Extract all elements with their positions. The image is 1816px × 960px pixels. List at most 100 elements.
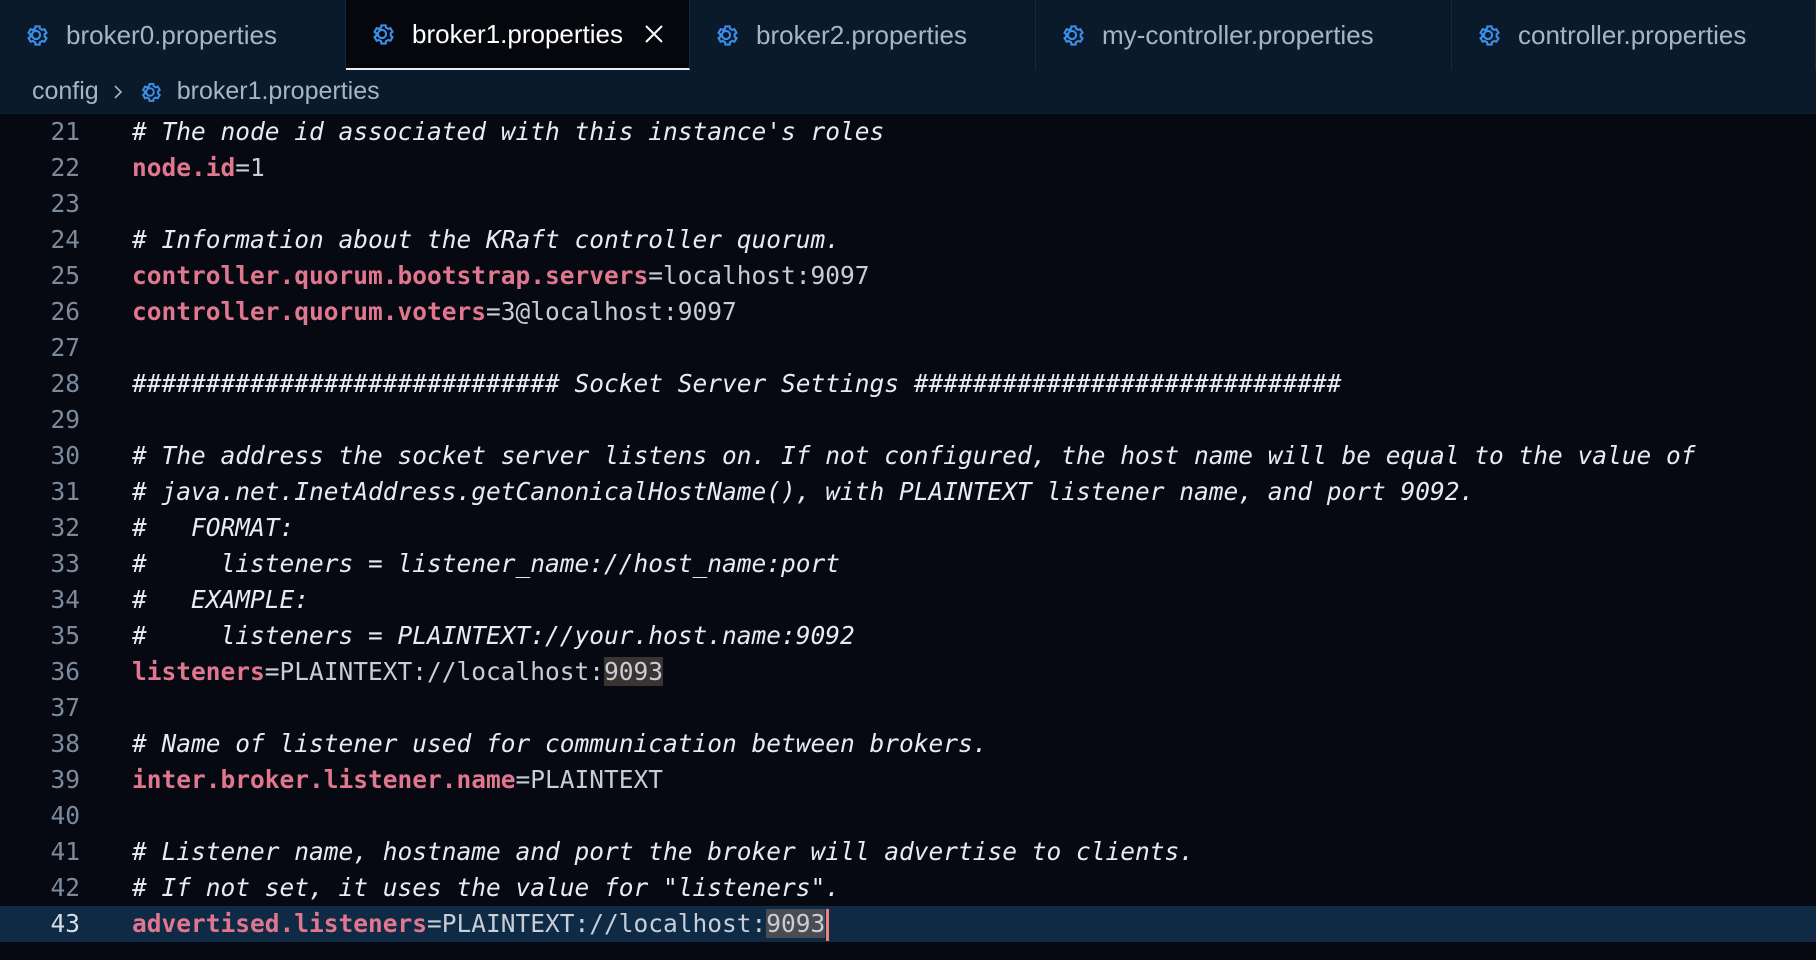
highlighted-match: 9093 <box>604 657 664 686</box>
code-line[interactable]: 41 # Listener name, hostname and port the… <box>0 834 1816 870</box>
comment-text: # listeners = PLAINTEXT://your.host.name… <box>132 621 855 650</box>
code-line[interactable]: 25 controller.quorum.bootstrap.servers=lo… <box>0 258 1816 294</box>
property-key: inter.broker.listener.name <box>132 765 516 794</box>
comment-text: # EXAMPLE: <box>132 585 310 614</box>
property-value: PLAINTEXT://localhost: <box>279 657 605 686</box>
property-key: node.id <box>132 153 236 182</box>
equals-sign: = <box>264 657 280 686</box>
property-key: advertised.listeners <box>132 909 428 938</box>
line-content: # listeners = PLAINTEXT://your.host.name… <box>132 618 855 654</box>
comment-text: ############################# Socket Ser… <box>132 369 1342 398</box>
chevron-right-icon <box>114 84 122 99</box>
gear-icon <box>717 25 738 46</box>
tab-broker2-properties[interactable]: broker2.properties <box>690 0 1036 70</box>
line-number: 33 <box>50 549 80 578</box>
code-line[interactable]: 21 # The node id associated with this ins… <box>0 114 1816 150</box>
code-editor[interactable]: 21 # The node id associated with this ins… <box>0 114 1816 960</box>
code-line[interactable]: 40 <box>0 798 1816 834</box>
code-line[interactable]: 37 <box>0 690 1816 726</box>
line-content: # The address the socket server listens … <box>132 438 1696 474</box>
gear-icon <box>27 25 48 46</box>
line-content: # If not set, it uses the value for "lis… <box>132 870 840 906</box>
line-content: # Name of listener used for communicatio… <box>132 726 988 762</box>
line-content: node.id=1 <box>132 150 265 186</box>
code-line[interactable]: 35 # listeners = PLAINTEXT://your.host.na… <box>0 618 1816 654</box>
line-number: 35 <box>50 621 80 650</box>
line-content: inter.broker.listener.name=PLAINTEXT <box>132 762 663 798</box>
code-line[interactable]: 28 ############################# Socket S… <box>0 366 1816 402</box>
line-number: 36 <box>50 657 80 686</box>
tab-broker1-properties[interactable]: broker1.properties <box>346 0 690 70</box>
code-line[interactable]: 29 <box>0 402 1816 438</box>
line-number: 39 <box>50 765 80 794</box>
equals-sign: = <box>235 153 251 182</box>
breadcrumb: config broker1.properties <box>0 70 1816 114</box>
line-content: # java.net.InetAddress.getCanonicalHostN… <box>132 474 1474 510</box>
code-line[interactable]: 33 # listeners = listener_name://host_nam… <box>0 546 1816 582</box>
line-content: ############################# Socket Ser… <box>132 366 1342 402</box>
line-content: listeners=PLAINTEXT://localhost:9093 <box>132 654 664 690</box>
code-line[interactable]: 39 inter.broker.listener.name=PLAINTEXT <box>0 762 1816 798</box>
comment-text: # The address the socket server listens … <box>132 441 1696 470</box>
line-content: # FORMAT: <box>132 510 294 546</box>
comment-text: # FORMAT: <box>132 513 295 542</box>
code-line[interactable]: 27 <box>0 330 1816 366</box>
code-line[interactable]: 32 # FORMAT: <box>0 510 1816 546</box>
line-number: 32 <box>50 513 80 542</box>
line-content: controller.quorum.voters=3@localhost:909… <box>132 294 737 330</box>
line-number: 43 <box>50 909 80 938</box>
line-number: 34 <box>50 585 80 614</box>
tab-label: broker1.properties <box>412 18 623 49</box>
code-line[interactable]: 22 node.id=1 <box>0 150 1816 186</box>
gear-icon <box>1479 25 1500 46</box>
code-line[interactable]: 43 advertised.listeners=PLAINTEXT://local… <box>0 906 1816 942</box>
code-line[interactable]: 31 # java.net.InetAddress.getCanonicalHos… <box>0 474 1816 510</box>
equals-sign: = <box>648 261 664 290</box>
comment-text: # Name of listener used for communicatio… <box>132 729 988 758</box>
breadcrumb-file[interactable]: broker1.properties <box>177 77 380 106</box>
code-line[interactable]: 38 # Name of listener used for communicat… <box>0 726 1816 762</box>
line-number: 41 <box>50 837 80 866</box>
line-content: # Information about the KRaft controller… <box>132 222 840 258</box>
line-number: 40 <box>50 801 80 830</box>
line-number: 29 <box>50 405 80 434</box>
line-number: 25 <box>50 261 80 290</box>
tab-broker0-properties[interactable]: broker0.properties <box>0 0 346 70</box>
breadcrumb-folder[interactable]: config <box>32 77 99 106</box>
line-content: # The node id associated with this insta… <box>132 114 884 150</box>
tab-controller-properties[interactable]: controller.properties <box>1452 0 1816 70</box>
line-number: 26 <box>50 297 80 326</box>
close-icon[interactable] <box>643 23 665 45</box>
property-value: PLAINTEXT://localhost: <box>441 909 767 938</box>
line-content: # Listener name, hostname and port the b… <box>132 834 1194 870</box>
code-line[interactable]: 26 controller.quorum.voters=3@localhost:9… <box>0 294 1816 330</box>
comment-text: # Listener name, hostname and port the b… <box>132 837 1195 866</box>
code-line[interactable]: 24 # Information about the KRaft controll… <box>0 222 1816 258</box>
line-number: 24 <box>50 225 80 254</box>
comment-text: # The node id associated with this insta… <box>132 117 885 146</box>
property-value: PLAINTEXT <box>530 765 664 794</box>
code-line[interactable]: 30 # The address the socket server listen… <box>0 438 1816 474</box>
text-cursor <box>826 909 830 941</box>
gear-icon <box>373 24 394 45</box>
line-number: 22 <box>50 153 80 182</box>
highlighted-match: 9093 <box>766 909 826 938</box>
line-content: # EXAMPLE: <box>132 582 309 618</box>
equals-sign: = <box>486 297 501 326</box>
code-line[interactable]: 36 listeners=PLAINTEXT://localhost:9093 <box>0 654 1816 690</box>
line-content: # listeners = listener_name://host_name:… <box>132 546 840 582</box>
code-line[interactable]: 23 <box>0 186 1816 222</box>
tab-my-controller-properties[interactable]: my-controller.properties <box>1036 0 1452 70</box>
code-line[interactable]: 42 # If not set, it uses the value for "l… <box>0 870 1816 906</box>
line-content: advertised.listeners=PLAINTEXT://localho… <box>132 906 830 942</box>
line-content: controller.quorum.bootstrap.servers=loca… <box>132 258 870 294</box>
line-number: 30 <box>50 441 80 470</box>
gear-icon <box>141 82 161 102</box>
line-number: 28 <box>50 369 80 398</box>
code-line[interactable]: 34 # EXAMPLE: <box>0 582 1816 618</box>
tab-bar: broker0.properties broker1.properties brok… <box>0 0 1816 70</box>
equals-sign: = <box>515 765 531 794</box>
property-key: listeners <box>132 657 265 686</box>
line-number: 37 <box>50 693 80 722</box>
gear-icon <box>1063 25 1084 46</box>
